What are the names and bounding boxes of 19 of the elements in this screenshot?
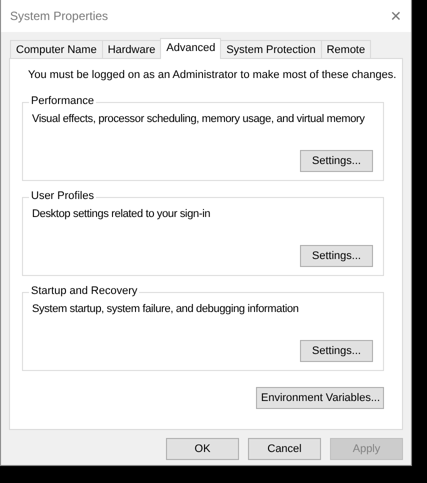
group-title: User Profiles [29,190,96,202]
group-title: Performance [29,95,96,107]
tab[interactable]: System Protection [220,40,322,58]
environment-variables-button[interactable]: Environment Variables... [256,387,384,409]
settings-button[interactable]: Settings... [300,340,373,362]
settings-button[interactable]: Settings... [300,150,373,172]
close-icon[interactable]: ✕ [389,8,403,24]
admin-notice: You must be logged on as an Administrator to make most of these changes. [28,69,396,81]
dialog-button[interactable]: OK [166,438,239,460]
tab[interactable]: Advanced [160,38,222,59]
group-description: Visual effects, processor scheduling, memory usage, and virtual memory [32,113,365,125]
group-description: Desktop settings related to your sign-in [32,208,210,220]
window-title: System Properties [10,9,108,23]
group-title: Startup and Recovery [29,285,140,297]
dialog-button[interactable]: Cancel [248,438,321,460]
group-description: System startup, system failure, and debugging information [32,303,299,315]
settings-button[interactable]: Settings... [300,245,373,267]
tab[interactable]: Computer Name [10,40,103,58]
tab[interactable]: Remote [320,40,372,58]
